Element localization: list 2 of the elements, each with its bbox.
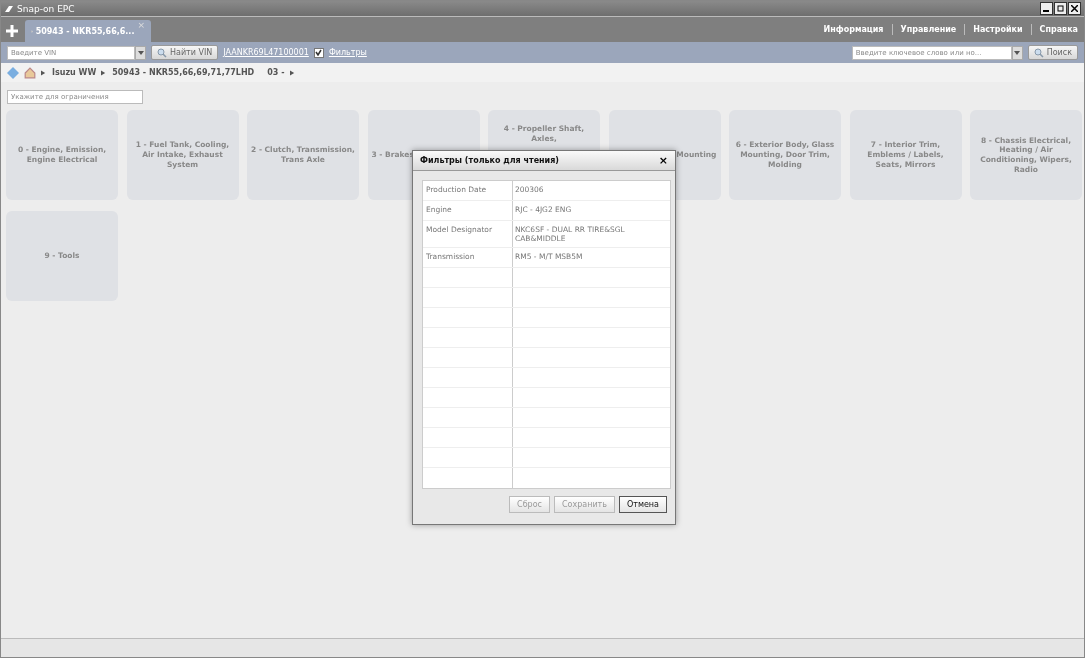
- window-title: Snap-on EPC: [17, 3, 75, 14]
- dialog-title: Фильтры (только для чтения): [420, 156, 559, 165]
